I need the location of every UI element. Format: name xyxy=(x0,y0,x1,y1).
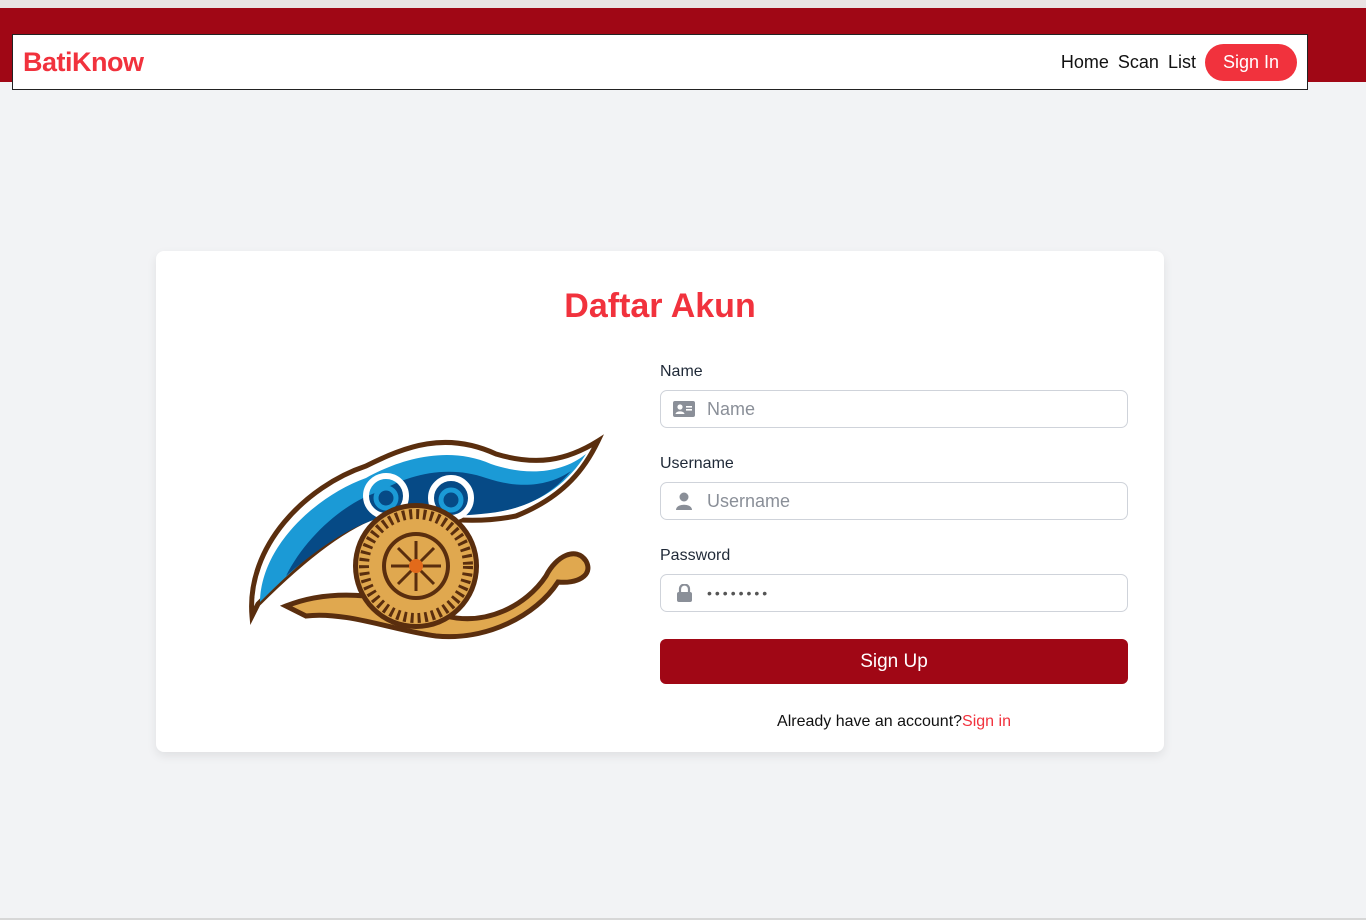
password-input[interactable] xyxy=(707,585,1107,601)
name-label: Name xyxy=(660,363,703,380)
nav-links: Home Scan List Sign In xyxy=(1061,43,1297,81)
name-input[interactable] xyxy=(707,398,1107,420)
batik-logo-image xyxy=(246,426,606,646)
brand-logo-text[interactable]: BatiKnow xyxy=(23,47,144,78)
id-card-icon xyxy=(661,401,707,417)
nav-signin-button[interactable]: Sign In xyxy=(1204,43,1297,81)
password-label: Password xyxy=(660,547,731,564)
top-bar: BatiKnow Home Scan List Sign In xyxy=(0,0,1366,90)
navbar: BatiKnow Home Scan List Sign In xyxy=(12,34,1308,90)
nav-list-link[interactable]: List xyxy=(1168,52,1196,73)
user-icon xyxy=(661,492,707,510)
signin-link[interactable]: Sign in xyxy=(962,713,1011,730)
page-title: Daftar Akun xyxy=(564,287,756,325)
signup-card: Daftar Akun Name Name Username Username … xyxy=(156,251,1164,752)
signup-button[interactable]: Sign Up xyxy=(660,639,1128,684)
already-account-text: Already have an account?Sign in xyxy=(660,713,1128,731)
nav-home-link[interactable]: Home xyxy=(1061,52,1109,73)
username-field[interactable] xyxy=(660,482,1128,520)
username-label: Username xyxy=(660,455,734,472)
password-field[interactable] xyxy=(660,574,1128,612)
already-account-label: Already have an account? xyxy=(777,713,963,730)
lock-icon xyxy=(661,584,707,602)
nav-scan-link[interactable]: Scan xyxy=(1118,52,1159,73)
username-input[interactable] xyxy=(707,490,1107,512)
signup-form: Name Username P xyxy=(660,363,1128,731)
name-field[interactable] xyxy=(660,390,1128,428)
